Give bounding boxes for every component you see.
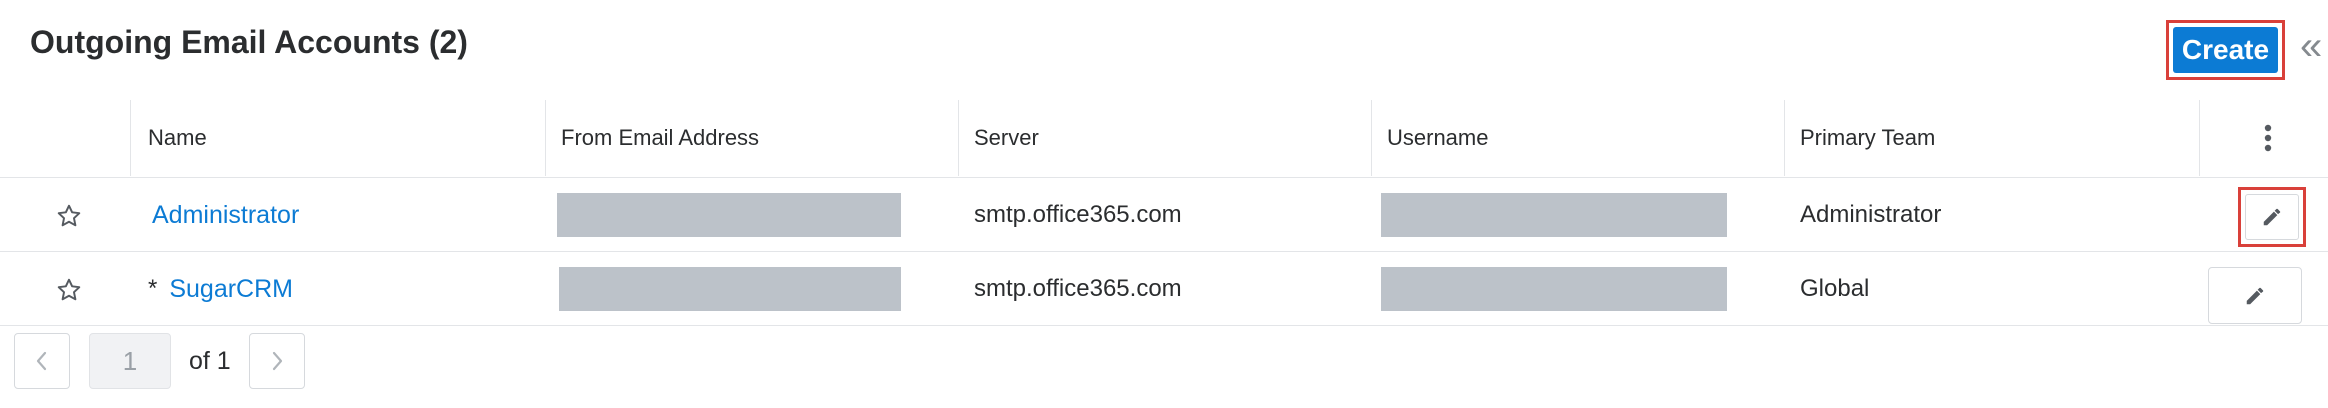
name-cell: Administrator bbox=[152, 178, 299, 252]
server-cell: smtp.office365.com bbox=[974, 275, 1182, 302]
redacted-username bbox=[1381, 267, 1727, 311]
primary-team-cell: Administrator bbox=[1800, 201, 1942, 228]
server-cell: smtp.office365.com bbox=[974, 201, 1182, 228]
collapse-panel-icon[interactable]: « bbox=[2300, 18, 2328, 74]
column-divider[interactable] bbox=[2199, 100, 2200, 176]
favorite-star-icon[interactable] bbox=[56, 277, 82, 303]
table-header-row: Name From Email Address Server Username … bbox=[0, 98, 2328, 178]
redacted-from-email bbox=[557, 193, 901, 237]
column-header-name[interactable]: Name bbox=[148, 98, 207, 178]
create-button-label: Create bbox=[2173, 27, 2278, 73]
redacted-username bbox=[1381, 193, 1727, 237]
record-name-link[interactable]: Administrator bbox=[152, 201, 299, 230]
name-cell: * SugarCRM bbox=[148, 252, 293, 326]
email-accounts-table: Name From Email Address Server Username … bbox=[0, 98, 2328, 326]
column-header-server[interactable]: Server bbox=[974, 98, 1039, 178]
pagination: of 1 bbox=[0, 333, 2328, 393]
table-row: * SugarCRM smtp.office365.com Global bbox=[0, 252, 2328, 326]
next-page-button[interactable] bbox=[249, 333, 305, 389]
column-divider[interactable] bbox=[130, 100, 131, 176]
column-header-from-email[interactable]: From Email Address bbox=[561, 98, 759, 178]
edit-button-inner bbox=[2245, 194, 2299, 240]
edit-button[interactable] bbox=[2208, 267, 2302, 324]
favorite-star-icon[interactable] bbox=[56, 203, 82, 229]
list-header: Outgoing Email Accounts (2) Create « bbox=[0, 0, 2328, 92]
column-header-username[interactable]: Username bbox=[1387, 98, 1488, 178]
default-marker: * bbox=[148, 275, 158, 302]
page-number-input[interactable] bbox=[89, 333, 171, 389]
previous-page-button[interactable] bbox=[14, 333, 70, 389]
column-options-icon[interactable] bbox=[2256, 122, 2280, 154]
record-name-link[interactable]: SugarCRM bbox=[169, 275, 293, 304]
pencil-icon bbox=[2263, 208, 2281, 226]
redacted-from-email bbox=[559, 267, 901, 311]
column-header-primary-team[interactable]: Primary Team bbox=[1800, 98, 1935, 178]
pencil-icon bbox=[2246, 287, 2264, 304]
primary-team-cell: Global bbox=[1800, 275, 1870, 302]
column-divider[interactable] bbox=[1371, 100, 1372, 176]
table-row: Administrator smtp.office365.com Adminis… bbox=[0, 178, 2328, 252]
chevron-left-icon bbox=[36, 351, 47, 371]
column-divider[interactable] bbox=[958, 100, 959, 176]
create-button[interactable]: Create bbox=[2166, 20, 2285, 80]
chevron-right-icon bbox=[272, 351, 283, 371]
column-divider[interactable] bbox=[1784, 100, 1785, 176]
page-count-label: of 1 bbox=[189, 346, 231, 375]
page-title: Outgoing Email Accounts (2) bbox=[30, 24, 468, 60]
edit-button[interactable] bbox=[2238, 187, 2306, 247]
column-divider[interactable] bbox=[545, 100, 546, 176]
